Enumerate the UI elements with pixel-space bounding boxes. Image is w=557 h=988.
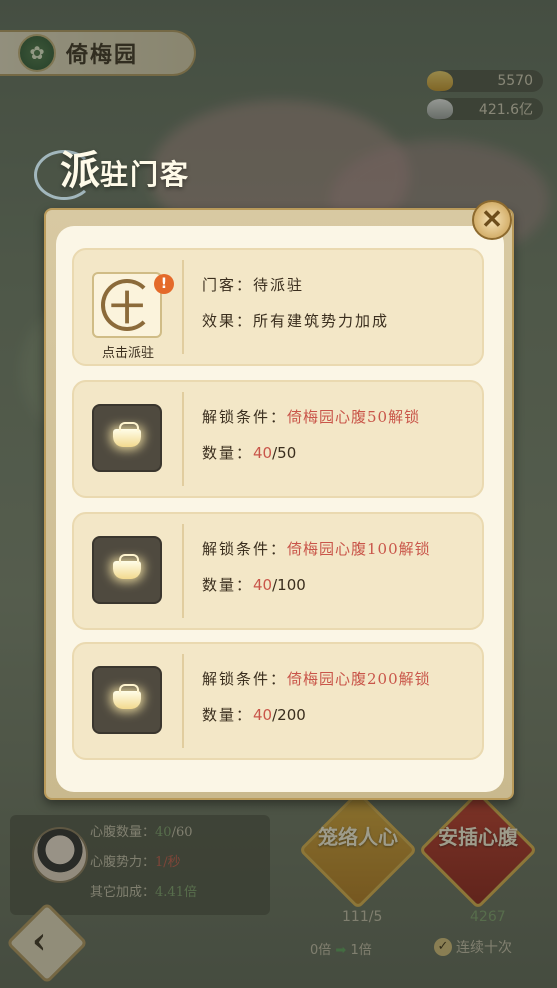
recruit-slot-button[interactable]: 十 bbox=[92, 272, 162, 338]
dispatch-slot-locked: 解锁条件：倚梅园心腹50解锁 数量：40/50 bbox=[72, 380, 484, 498]
close-button[interactable]: ✕ bbox=[472, 200, 512, 240]
lock-icon bbox=[92, 404, 162, 472]
unlock-condition: 解锁条件：倚梅园心腹200解锁 bbox=[202, 670, 431, 688]
dispatch-slot-open[interactable]: 十 ! 点击派驻 门客：待派驻 效果：所有建筑势力加成 bbox=[72, 248, 484, 366]
alert-badge-icon: ! bbox=[154, 274, 174, 294]
add-plus-icon: 十 bbox=[101, 279, 153, 331]
effect-description: 效果：所有建筑势力加成 bbox=[202, 312, 390, 330]
count-progress: 数量：40/50 bbox=[202, 444, 297, 462]
divider bbox=[182, 524, 184, 618]
divider bbox=[182, 260, 184, 354]
lock-icon bbox=[92, 666, 162, 734]
count-progress: 数量：40/100 bbox=[202, 576, 306, 594]
divider bbox=[182, 392, 184, 486]
lock-icon bbox=[92, 536, 162, 604]
dispatch-slot-locked: 解锁条件：倚梅园心腹100解锁 数量：40/100 bbox=[72, 512, 484, 630]
dialog-title: 派驻门客 bbox=[60, 147, 191, 194]
dispatch-slot-locked: 解锁条件：倚梅园心腹200解锁 数量：40/200 bbox=[72, 642, 484, 760]
unlock-condition: 解锁条件：倚梅园心腹50解锁 bbox=[202, 408, 421, 426]
unlock-condition: 解锁条件：倚梅园心腹100解锁 bbox=[202, 540, 431, 558]
retainer-status: 门客：待派驻 bbox=[202, 276, 305, 294]
count-progress: 数量：40/200 bbox=[202, 706, 306, 724]
divider bbox=[182, 654, 184, 748]
recruit-caption: 点击派驻 bbox=[101, 346, 154, 361]
